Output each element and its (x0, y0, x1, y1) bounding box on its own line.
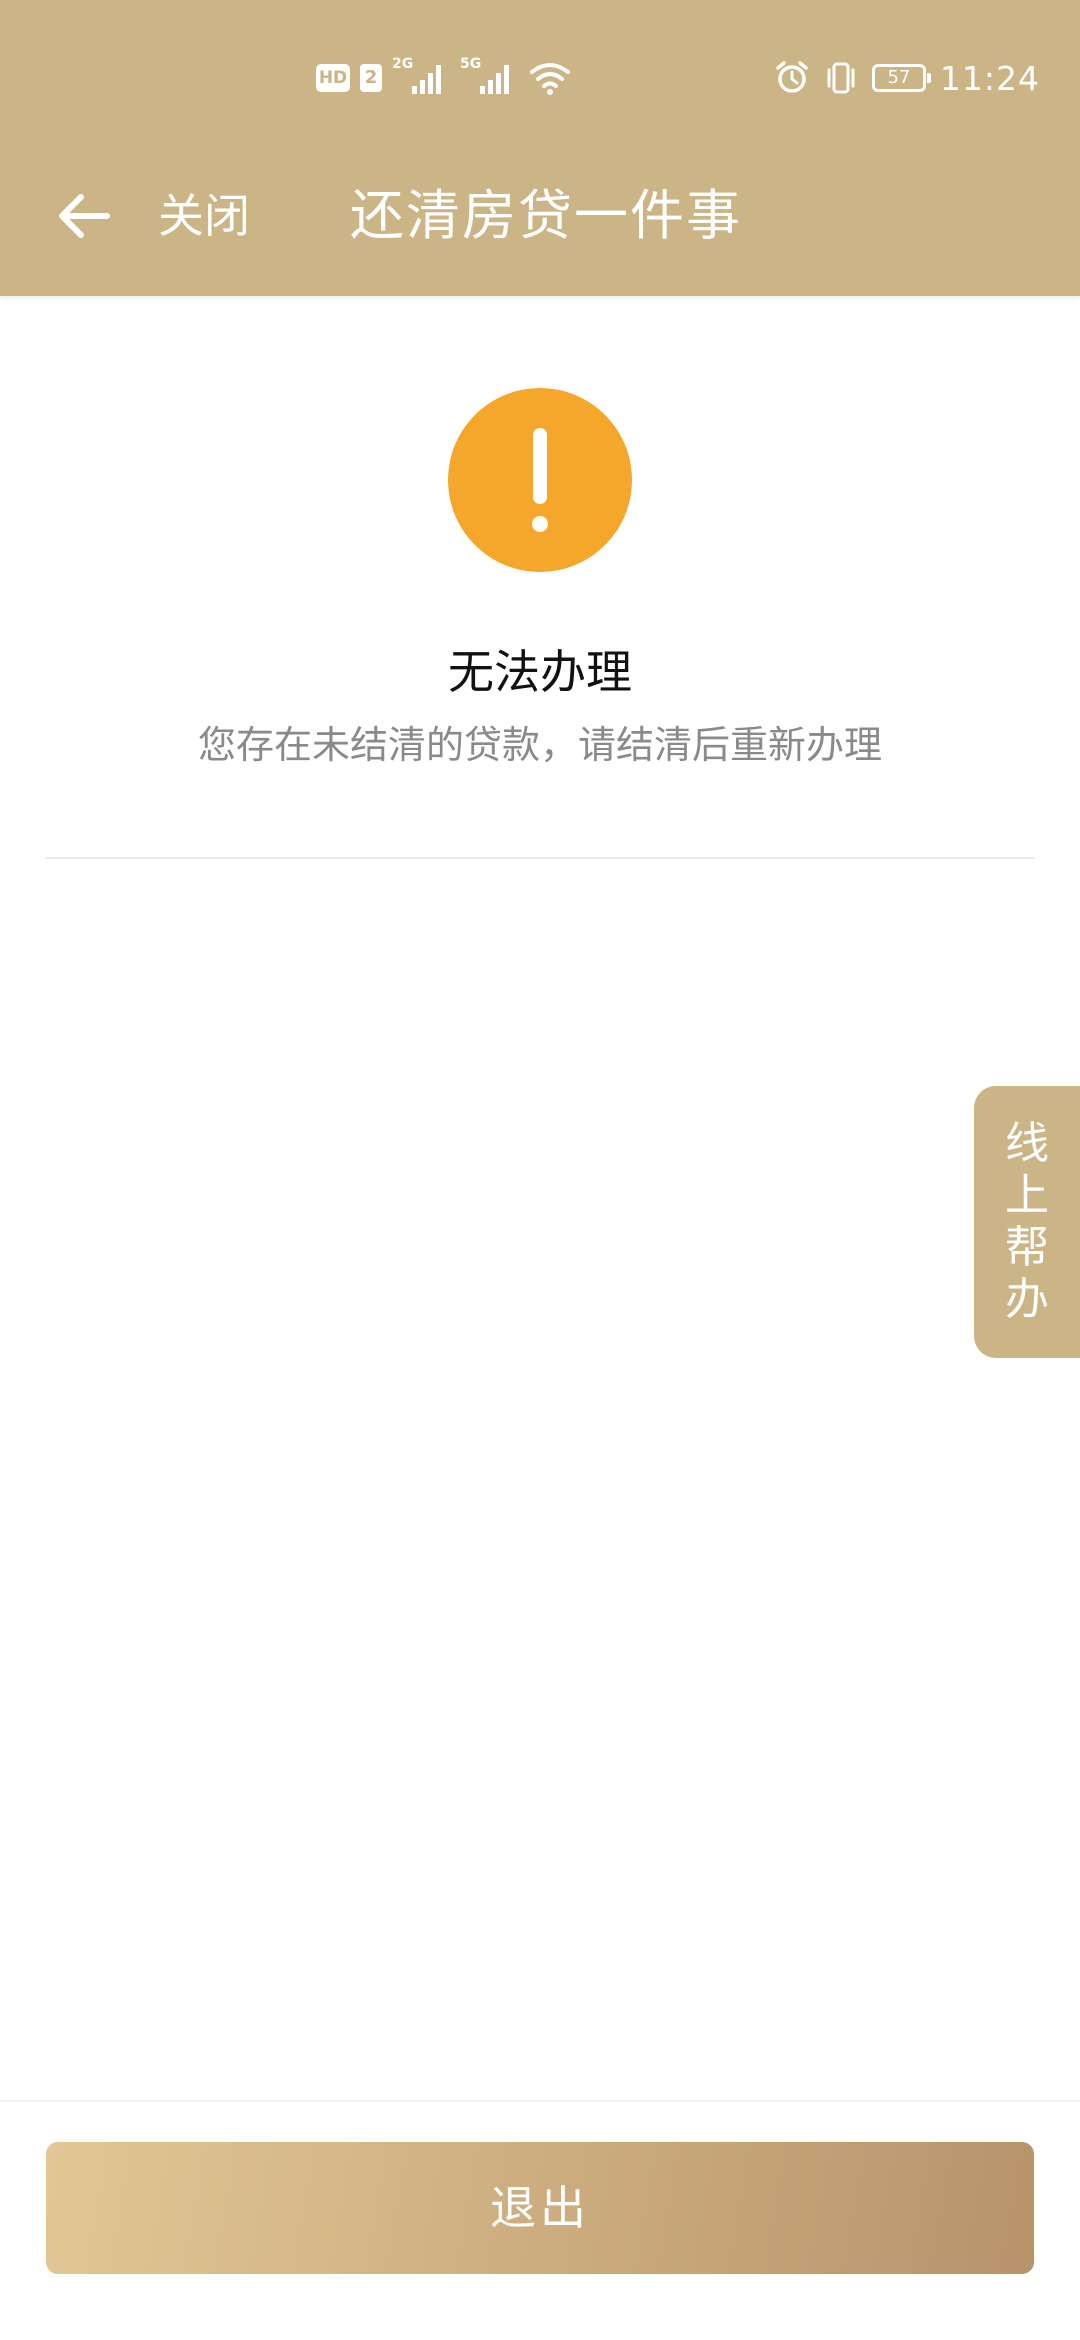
signal-2g-icon: 2G (392, 56, 450, 96)
exit-button[interactable]: 退出 (46, 2142, 1034, 2274)
alarm-icon (776, 61, 808, 93)
status-left-group: HD 2 2G 5G (316, 56, 572, 98)
back-button[interactable] (50, 186, 118, 246)
result-title: 无法办理 (448, 645, 632, 699)
bottom-bar: 退出 (0, 2100, 1080, 2340)
wifi-icon (530, 63, 570, 95)
side-tab-char: 上 (1005, 1170, 1049, 1221)
network-5g-label: 5G (460, 56, 482, 72)
hd-badge: HD (316, 64, 350, 92)
battery-icon: 57 (871, 64, 931, 92)
nav-bar: 关闭 还清房贷一件事 (0, 160, 1080, 270)
header: HD 2 2G 5G 57 11:24 关闭 还清房贷一件事 (0, 0, 1080, 296)
sim-badge: 2 (360, 64, 382, 92)
page: HD 2 2G 5G 57 11:24 关闭 还清房贷一件事 无法办理 您存在未… (0, 0, 1080, 2340)
divider (46, 857, 1034, 859)
exclamation-dot (532, 516, 548, 532)
side-tab-char: 办 (1005, 1274, 1049, 1325)
online-help-tab[interactable]: 线 上 帮 办 (974, 1086, 1080, 1358)
side-tab-char: 帮 (1005, 1222, 1049, 1273)
vibrate-icon (827, 62, 855, 94)
page-title: 还清房贷一件事 (350, 184, 742, 247)
exclamation-bar (533, 428, 547, 504)
status-time: 11:24 (939, 58, 1040, 98)
status-bar: HD 2 2G 5G 57 11:24 (0, 0, 1080, 150)
exclamation-icon (448, 388, 632, 572)
network-2g-label: 2G (392, 56, 414, 72)
side-tab-char: 线 (1005, 1118, 1049, 1169)
arrow-left-icon (59, 194, 110, 238)
status-right-group: 57 11:24 (774, 56, 1040, 100)
result-description: 您存在未结清的贷款，请结清后重新办理 (197, 723, 882, 767)
signal-5g-icon: 5G (460, 56, 518, 96)
close-button[interactable]: 关闭 (158, 186, 250, 246)
